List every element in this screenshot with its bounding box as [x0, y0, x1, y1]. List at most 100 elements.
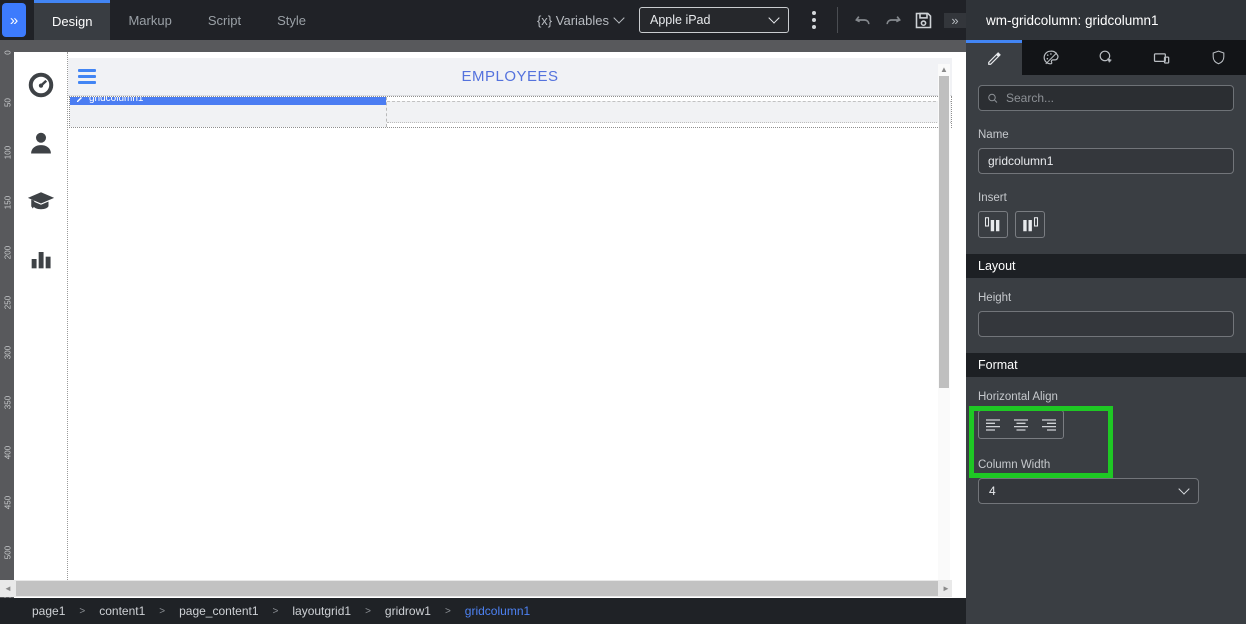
- tab-properties[interactable]: [966, 40, 1022, 75]
- page-canvas: EMPLOYEES gridcolumn1 ▲ ▼: [14, 52, 952, 590]
- ruler-label: 50: [3, 98, 13, 107]
- sidebar-expand-button[interactable]: »: [2, 3, 26, 37]
- tab-script[interactable]: Script: [190, 0, 259, 40]
- device-select-value: Apple iPad: [650, 13, 711, 27]
- ruler-label: 150: [3, 195, 13, 210]
- graduation-cap-icon: [27, 192, 54, 210]
- vertical-scrollbar[interactable]: ▲ ▼: [938, 64, 950, 590]
- palette-icon: [1043, 50, 1059, 65]
- vertical-ruler: 050100150200250300350400450500550: [0, 50, 14, 609]
- page-title: EMPLOYEES: [461, 68, 559, 85]
- horizontal-scrollbar[interactable]: ◄ ►: [0, 580, 952, 597]
- name-label: Name: [978, 129, 1009, 141]
- variables-dropdown[interactable]: {x} Variables: [536, 12, 625, 28]
- tab-security[interactable]: [1190, 40, 1246, 75]
- pencil-icon: [988, 52, 1001, 65]
- breadcrumb-item-page_content1[interactable]: page_content1: [179, 604, 258, 618]
- layout-section-header: Layout: [966, 254, 1246, 278]
- breadcrumb-separator: >: [79, 605, 86, 617]
- height-label: Height: [978, 292, 1012, 304]
- horizontal-align-label: Horizontal Align: [978, 391, 1058, 403]
- ruler-label: 350: [3, 395, 13, 410]
- selection-tag-label: gridcolumn1: [89, 97, 144, 104]
- redo-button[interactable]: [878, 5, 908, 35]
- more-options-button[interactable]: [805, 11, 823, 29]
- top-toolbar: » Design Markup Script Style {x} Variables …: [0, 0, 966, 40]
- insert-column-right-icon: [1023, 217, 1039, 232]
- scroll-right-arrow[interactable]: ►: [940, 584, 952, 593]
- app-header-widget: EMPLOYEES: [68, 58, 952, 96]
- search-input[interactable]: [1005, 91, 1225, 105]
- insert-label: Insert: [978, 192, 1007, 204]
- nav-item-reports[interactable]: [26, 244, 56, 274]
- breadcrumb-item-page1[interactable]: page1: [32, 604, 65, 618]
- align-left-icon: [986, 418, 1000, 431]
- tab-design[interactable]: Design: [34, 0, 111, 40]
- tab-events[interactable]: [1078, 40, 1134, 75]
- column-width-value: 4: [989, 484, 996, 498]
- scroll-up-arrow[interactable]: ▲: [938, 65, 950, 74]
- chevron-down-icon: [768, 12, 780, 24]
- breadcrumb-separator: >: [365, 605, 371, 617]
- ruler-label: 100: [3, 145, 13, 160]
- dashboard-gauge-icon: [28, 72, 53, 98]
- breadcrumb-separator: >: [272, 605, 279, 617]
- column-width-label: Column Width: [978, 459, 1051, 471]
- device-select[interactable]: Apple iPad: [639, 7, 789, 33]
- property-search[interactable]: [978, 85, 1234, 111]
- chevron-down-icon: [613, 12, 625, 24]
- tab-markup[interactable]: Markup: [110, 0, 189, 40]
- horizontal-align-group: [978, 410, 1064, 439]
- bar-chart-icon: [31, 252, 51, 269]
- breadcrumb-item-content1[interactable]: content1: [99, 604, 145, 618]
- insert-column-right-button[interactable]: [1015, 211, 1045, 238]
- scroll-left-arrow[interactable]: ◄: [2, 584, 14, 593]
- align-center-button[interactable]: [1007, 411, 1035, 438]
- grid-column-sibling[interactable]: [387, 101, 951, 123]
- selected-grid-column[interactable]: gridcolumn1: [70, 97, 388, 127]
- ruler-label: 300: [3, 345, 13, 360]
- breadcrumb-separator: >: [159, 605, 166, 617]
- search-icon: [988, 93, 998, 103]
- chevron-down-icon: [1178, 483, 1190, 495]
- save-button[interactable]: [908, 5, 938, 35]
- breadcrumb-item-gridcolumn1[interactable]: gridcolumn1: [465, 604, 530, 618]
- ruler-label: 500: [3, 545, 13, 560]
- horizontal-scroll-thumb[interactable]: [16, 581, 938, 596]
- mode-tabs: Design Markup Script Style: [34, 0, 324, 40]
- pencil-icon: [77, 97, 82, 102]
- shield-icon: [1212, 50, 1224, 65]
- height-input[interactable]: [978, 311, 1234, 337]
- column-width-select[interactable]: 4: [978, 478, 1199, 504]
- tab-style[interactable]: Style: [259, 0, 324, 40]
- nav-item-users[interactable]: [26, 128, 56, 158]
- grid-row-widget[interactable]: gridcolumn1: [69, 96, 952, 128]
- align-center-icon: [1014, 418, 1028, 431]
- align-left-button[interactable]: [979, 411, 1007, 438]
- tab-styles[interactable]: [1022, 40, 1078, 75]
- panel-collapse-button[interactable]: »: [944, 12, 966, 28]
- horizontal-ruler: [0, 40, 966, 52]
- variables-label: {x} Variables: [536, 12, 609, 28]
- nav-item-dashboard[interactable]: [26, 70, 56, 100]
- save-icon: [915, 12, 931, 28]
- undo-icon: [855, 16, 870, 25]
- selection-header-bar[interactable]: gridcolumn1: [70, 97, 387, 105]
- tab-devices[interactable]: [1134, 40, 1190, 75]
- person-icon: [30, 132, 51, 154]
- undo-button[interactable]: [848, 5, 878, 35]
- inspect-cursor-icon: [1099, 50, 1112, 63]
- devices-icon: [1153, 52, 1170, 64]
- breadcrumb-item-layoutgrid1[interactable]: layoutgrid1: [292, 604, 351, 618]
- breadcrumb-separator: >: [444, 605, 451, 617]
- align-right-button[interactable]: [1035, 411, 1063, 438]
- breadcrumb-item-gridrow1[interactable]: gridrow1: [385, 604, 431, 618]
- insert-column-left-button[interactable]: [978, 211, 1008, 238]
- ruler-label: 0: [3, 50, 13, 55]
- toolbar-divider: [837, 7, 838, 33]
- align-right-icon: [1042, 418, 1056, 431]
- name-input[interactable]: [978, 148, 1234, 174]
- nav-item-education[interactable]: [26, 186, 56, 216]
- vertical-scroll-thumb[interactable]: [939, 76, 949, 388]
- design-canvas: 050100150200250300350400450500550: [0, 40, 966, 609]
